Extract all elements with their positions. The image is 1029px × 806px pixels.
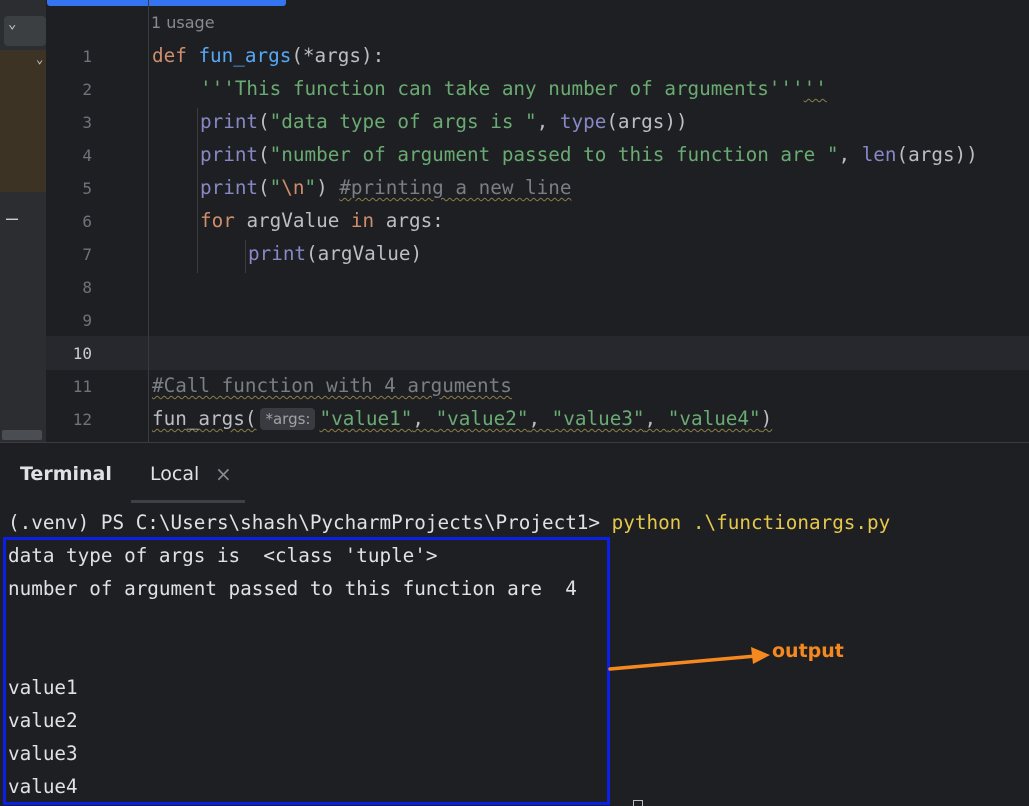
comment: #printing a new line xyxy=(339,176,572,199)
string-literal: "value4" xyxy=(667,407,761,430)
keyword: for xyxy=(200,209,247,232)
variable: argValue xyxy=(246,209,351,232)
line-number: 3 xyxy=(82,113,92,132)
code-text: (args)) xyxy=(896,143,978,166)
code-text: (args)) xyxy=(606,110,688,133)
line-number: 9 xyxy=(82,311,92,330)
parameter-hint: *args: xyxy=(260,408,316,430)
code-line-12[interactable]: fun_args(*args: "value1", "value2", "valu… xyxy=(152,407,772,431)
code-line-4[interactable]: print("number of argument passed to this… xyxy=(200,143,978,167)
escape-sequence: \n xyxy=(281,176,305,199)
code-line-11[interactable]: #Call function with 4 arguments xyxy=(152,374,512,398)
line-number-current: 10 xyxy=(72,344,92,363)
builtin: len xyxy=(861,143,897,166)
terminal-command: python .\functionargs.py xyxy=(611,511,891,534)
code-text: (argValue) xyxy=(306,242,423,265)
line-number: 1 xyxy=(82,47,92,66)
code-editor[interactable]: ⌄ ⌄ — 1 usage 1 2 3 4 5 6 7 8 9 10 11 12… xyxy=(0,0,1029,442)
panel-title: Terminal xyxy=(20,463,112,485)
builtin: type xyxy=(559,110,607,133)
structure-strip: ⌄ ⌄ — xyxy=(0,0,46,442)
line-number: 4 xyxy=(82,146,92,165)
chevron-down-icon[interactable]: ⌄ xyxy=(36,52,43,66)
code-text: , xyxy=(644,407,668,430)
arrow-shaft xyxy=(608,654,758,671)
line-number: 12 xyxy=(72,410,92,429)
indent-guide xyxy=(245,240,246,273)
collapse-icon[interactable]: — xyxy=(6,206,18,230)
line-number: 11 xyxy=(72,377,92,396)
string-literal: "value1" xyxy=(319,407,413,430)
code-text: , xyxy=(412,407,436,430)
docstring: '''This function can take any number of … xyxy=(200,77,804,100)
mouse-cursor xyxy=(633,800,643,806)
code-line-1[interactable]: def fun_args(*args): xyxy=(152,44,384,68)
function-name: fun_args xyxy=(198,44,292,67)
builtin: print xyxy=(200,176,259,199)
code-text: ( xyxy=(258,110,270,133)
code-line-6[interactable]: for argValue in args: xyxy=(200,209,444,233)
gutter-divider xyxy=(148,0,149,442)
keyword: def xyxy=(152,44,199,67)
function-call: fun_args( xyxy=(152,407,257,430)
chevron-down-icon[interactable]: ⌄ xyxy=(8,16,16,32)
strip-highlight xyxy=(0,50,46,192)
output-highlight-box xyxy=(3,537,610,805)
terminal-tabbar: Terminal Local × xyxy=(0,443,1029,503)
arrow-head xyxy=(751,647,770,664)
comment: #Call function with 4 arguments xyxy=(152,374,512,397)
current-line-highlight xyxy=(46,336,1029,370)
code-text: args: xyxy=(385,209,444,232)
indent-guide xyxy=(197,108,198,273)
line-number: 8 xyxy=(82,278,92,297)
terminal-prompt: (.venv) PS C:\Users\shash\PycharmProject… xyxy=(8,511,612,534)
scrollbar[interactable] xyxy=(2,430,42,440)
string-literal: "number of argument passed to this funct… xyxy=(269,143,839,166)
builtin: print xyxy=(200,143,259,166)
code-text: (*args): xyxy=(291,44,385,67)
line-number: 7 xyxy=(82,245,92,264)
close-icon[interactable]: × xyxy=(215,462,232,486)
string-literal: "data type of args is " xyxy=(269,110,537,133)
code-text: , xyxy=(528,407,552,430)
code-text: , xyxy=(838,143,862,166)
code-text: ( xyxy=(258,143,270,166)
code-text: ) xyxy=(760,407,773,430)
tab-label: Local xyxy=(150,463,200,485)
code-line-3[interactable]: print("data type of args is ", type(args… xyxy=(200,110,688,134)
code-text: ( xyxy=(258,176,270,199)
line-number: 6 xyxy=(82,212,92,231)
string-literal: "value2" xyxy=(435,407,529,430)
string-literal: " xyxy=(304,176,317,199)
code-text: , xyxy=(536,110,560,133)
tab-progress-indicator xyxy=(47,0,286,6)
string-literal: " xyxy=(269,176,282,199)
tab-local[interactable]: Local × xyxy=(131,443,245,503)
output-label: output xyxy=(772,640,844,662)
line-number: 2 xyxy=(82,80,92,99)
code-line-7[interactable]: print(argValue) xyxy=(248,242,422,266)
builtin: print xyxy=(248,242,307,265)
string-literal: "value3" xyxy=(551,407,645,430)
keyword: in xyxy=(350,209,386,232)
builtin: print xyxy=(200,110,259,133)
output-arrow xyxy=(608,647,770,671)
usage-hint[interactable]: 1 usage xyxy=(151,13,215,32)
code-line-5[interactable]: print("\n") #printing a new line xyxy=(200,176,571,200)
code-line-2[interactable]: '''This function can take any number of … xyxy=(200,77,827,101)
docstring-extra-quotes: '' xyxy=(803,77,827,100)
code-text: ) xyxy=(316,176,340,199)
terminal-command-line: (.venv) PS C:\Users\shash\PycharmProject… xyxy=(8,511,890,535)
line-number: 5 xyxy=(82,179,92,198)
